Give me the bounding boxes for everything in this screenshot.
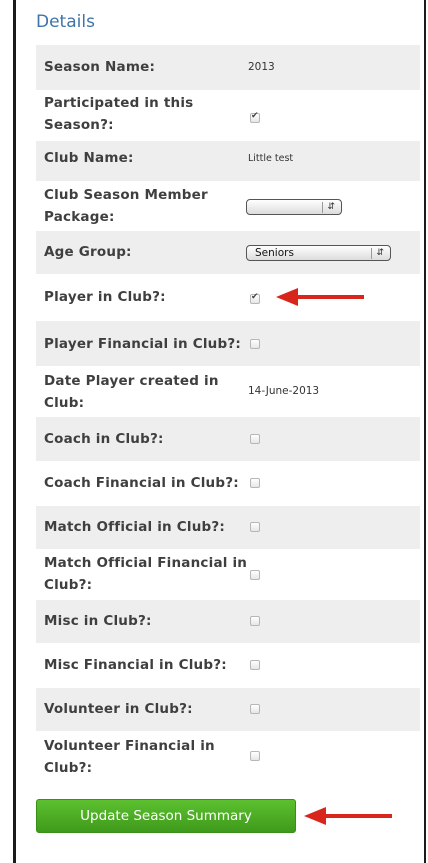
match-official-financial-checkbox[interactable] (250, 570, 260, 580)
member-package-select[interactable]: ⇵ (246, 199, 342, 215)
row-season-name: Season Name: 2013 (36, 45, 420, 90)
season-name-value: 2013 (248, 61, 275, 73)
participated-checkbox[interactable] (250, 111, 260, 123)
club-name-label: Club Name: (44, 150, 134, 166)
row-misc: Misc in Club?: (36, 600, 420, 643)
misc-checkbox[interactable] (250, 616, 260, 626)
volunteer-checkbox[interactable] (250, 704, 260, 714)
row-club-name: Club Name: Little test (36, 141, 420, 181)
row-match-official-financial: Match Official Financial in Club?: (36, 549, 420, 600)
row-member-package: Club Season Member Package: ⇵ (36, 181, 420, 231)
red-arrow-annotation-icon (276, 288, 364, 306)
age-group-select-value: Seniors (255, 247, 294, 259)
row-volunteer-financial: Volunteer Financial in Club?: (36, 731, 420, 783)
coach-checkbox[interactable] (250, 434, 260, 444)
member-package-label: Club Season Member Package: (44, 187, 208, 225)
row-date-created: Date Player created in Club: 14-June-201… (36, 366, 420, 417)
date-created-value: 14-June-2013 (248, 385, 320, 397)
row-volunteer: Volunteer in Club?: (36, 688, 420, 731)
select-arrows-icon: ⇵ (327, 202, 335, 212)
row-age-group: Age Group: Seniors ⇵ (36, 231, 420, 274)
misc-label: Misc in Club?: (44, 613, 152, 629)
row-participated: Participated in this Season?: (36, 90, 420, 141)
match-official-label: Match Official in Club?: (44, 519, 226, 535)
coach-financial-checkbox[interactable] (250, 478, 260, 488)
age-group-label: Age Group: (44, 244, 132, 260)
player-financial-label: Player Financial in Club?: (44, 336, 241, 352)
misc-financial-label: Misc Financial in Club?: (44, 657, 227, 673)
misc-financial-checkbox[interactable] (250, 660, 260, 670)
participated-label: Participated in this Season?: (44, 95, 194, 133)
match-official-financial-label: Match Official Financial in Club?: (44, 555, 248, 593)
club-name-value: Little test (248, 153, 294, 164)
age-group-select[interactable]: Seniors ⇵ (246, 245, 391, 261)
row-coach-financial: Coach Financial in Club?: (36, 461, 420, 506)
player-financial-checkbox[interactable] (250, 339, 260, 349)
coach-label: Coach in Club?: (44, 431, 164, 447)
update-season-summary-button[interactable]: Update Season Summary (36, 799, 296, 833)
row-match-official: Match Official in Club?: (36, 506, 420, 549)
details-title: Details (36, 12, 95, 32)
row-coach: Coach in Club?: (36, 417, 420, 461)
details-panel: Details Season Name: 2013 Participated i… (13, 0, 426, 863)
row-misc-financial: Misc Financial in Club?: (36, 643, 420, 688)
date-created-label: Date Player created in Club: (44, 373, 219, 411)
volunteer-label: Volunteer in Club?: (44, 701, 193, 717)
red-arrow-annotation-icon (304, 807, 392, 825)
row-player-financial: Player Financial in Club?: (36, 321, 420, 366)
player-in-club-label: Player in Club?: (44, 289, 166, 305)
match-official-checkbox[interactable] (250, 522, 260, 532)
coach-financial-label: Coach Financial in Club?: (44, 475, 239, 491)
volunteer-financial-checkbox[interactable] (250, 751, 260, 761)
select-arrows-icon: ⇵ (376, 248, 384, 258)
player-in-club-checkbox[interactable] (250, 292, 260, 304)
season-name-label: Season Name: (44, 59, 156, 75)
volunteer-financial-label: Volunteer Financial in Club?: (44, 738, 215, 776)
